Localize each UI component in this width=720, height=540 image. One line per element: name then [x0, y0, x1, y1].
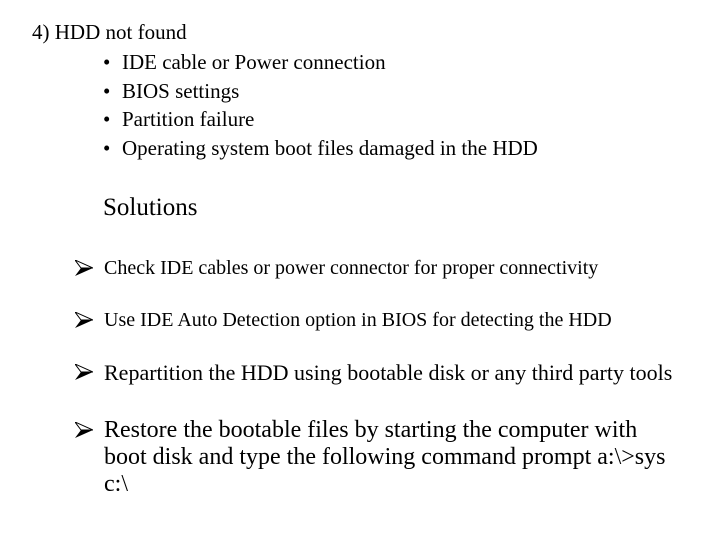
solution-item: Repartition the HDD using bootable disk …	[75, 360, 684, 386]
list-item: • BIOS settings	[103, 77, 538, 106]
cause-text: BIOS settings	[122, 78, 240, 103]
bullet-icon: •	[103, 107, 111, 131]
solution-item: Use IDE Auto Detection option in BIOS fo…	[75, 308, 684, 332]
list-item: • Partition failure	[103, 105, 538, 134]
bullet-icon: •	[103, 50, 111, 74]
solution-item: Check IDE cables or power connector for …	[75, 256, 684, 280]
bullet-icon: •	[103, 135, 111, 160]
solution-text: Restore the bootable files by starting t…	[104, 417, 666, 497]
arrowhead-icon	[75, 417, 104, 498]
arrowhead-icon	[75, 256, 104, 280]
solutions-title: Solutions	[103, 194, 198, 221]
causes-list: • IDE cable or Power connection • BIOS set…	[103, 48, 538, 162]
bullet-icon: •	[103, 78, 111, 103]
solution-text: Use IDE Auto Detection option in BIOS fo…	[104, 309, 612, 331]
arrowhead-icon	[75, 308, 104, 332]
solution-text: Repartition the HDD using bootable disk …	[104, 360, 673, 385]
section-heading: 4) HDD not found	[32, 20, 187, 44]
list-item: • Operating system boot files damaged in …	[103, 134, 538, 163]
cause-text: IDE cable or Power connection	[122, 50, 386, 74]
solution-item: Restore the bootable files by starting t…	[75, 417, 684, 498]
arrowhead-icon	[75, 360, 104, 386]
cause-text: Partition failure	[122, 107, 255, 131]
solution-text: Check IDE cables or power connector for …	[104, 257, 599, 279]
list-item: • IDE cable or Power connection	[103, 48, 538, 77]
cause-text: Operating system boot files damaged in t…	[122, 135, 538, 160]
